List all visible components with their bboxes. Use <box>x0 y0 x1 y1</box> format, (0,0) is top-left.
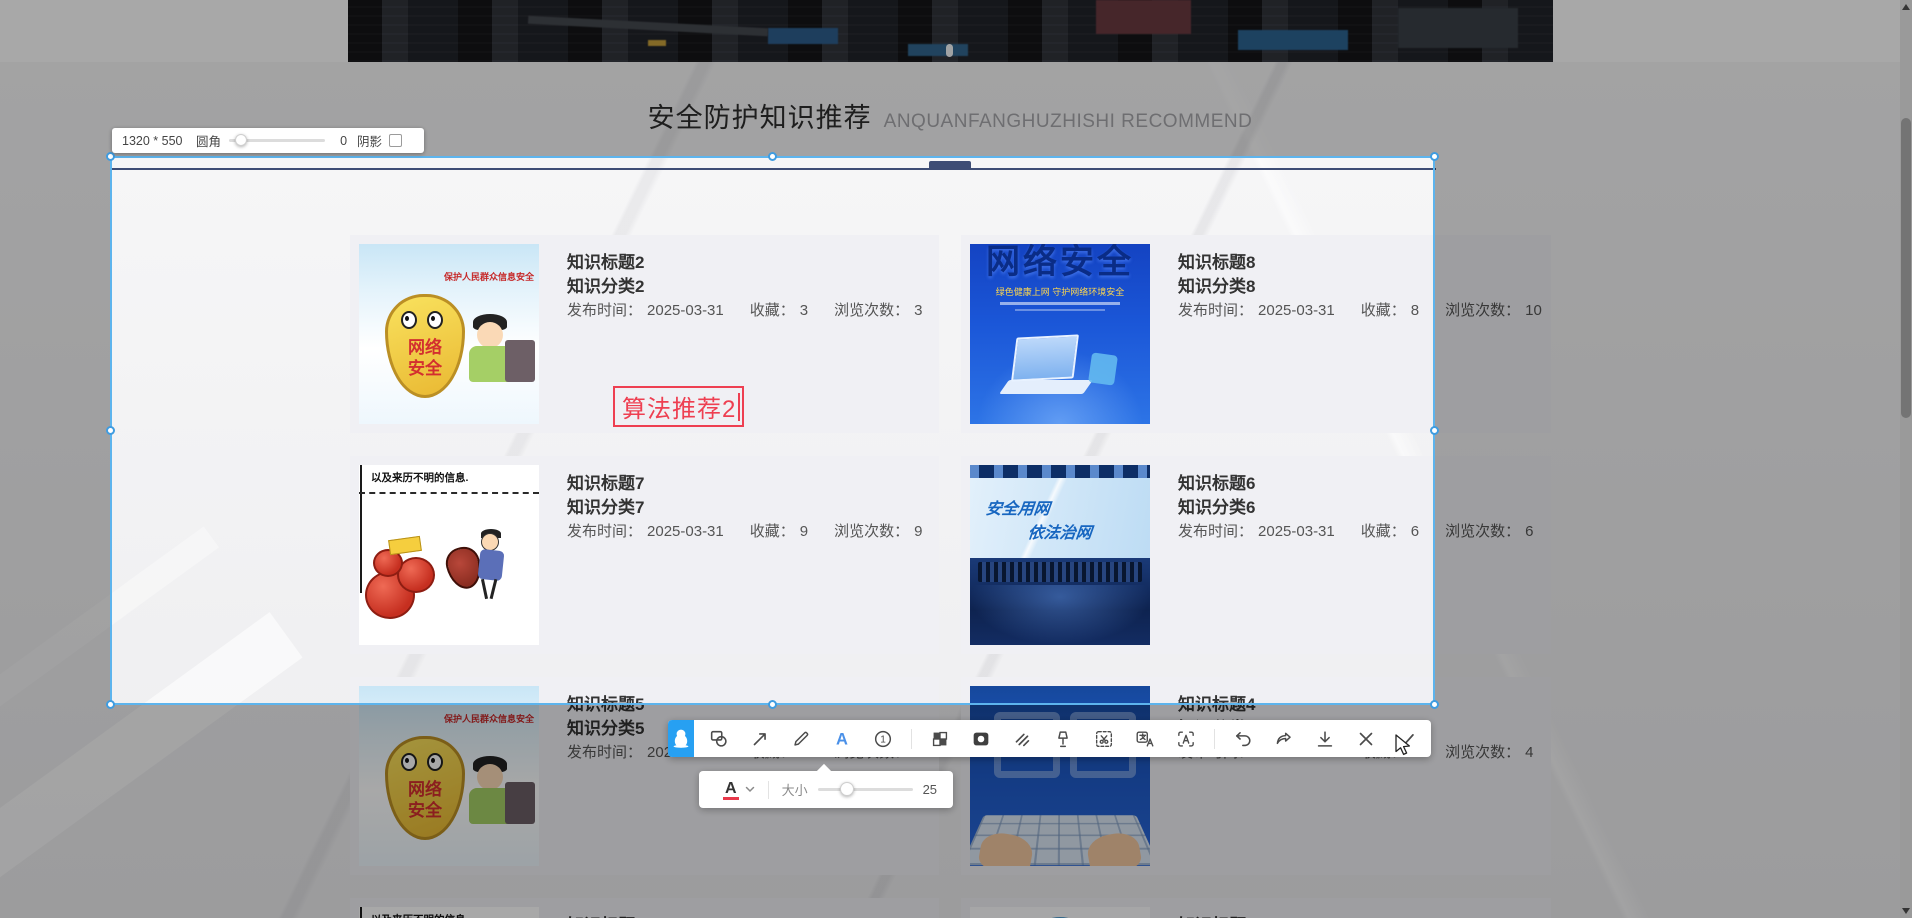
toolbar-divider <box>1214 729 1215 749</box>
banner-detail <box>908 44 968 56</box>
svg-text:A: A <box>836 730 848 748</box>
card-image-virus: 以及来历不明的信息. <box>359 907 539 918</box>
qq-logo-icon[interactable] <box>668 720 694 757</box>
selection-handle-n[interactable] <box>768 152 777 161</box>
banner-detail <box>1238 30 1348 50</box>
text-tool-icon[interactable]: A <box>829 726 855 752</box>
arrow-tool-icon[interactable] <box>747 726 773 752</box>
banner-detail <box>648 40 666 46</box>
selection-size-toolbar: 1320 * 550 圆角 0 阴影 <box>112 128 424 153</box>
card-image-logo <box>970 907 1150 918</box>
screen-clip-tool-icon[interactable] <box>1091 726 1117 752</box>
page-scrollbar[interactable] <box>1900 0 1912 918</box>
selection-handle-e[interactable] <box>1430 426 1439 435</box>
pin-tool-icon[interactable] <box>1050 726 1076 752</box>
scrollbar-down-arrow-icon[interactable] <box>1902 908 1910 914</box>
hatch-marker-tool-icon[interactable] <box>1009 726 1035 752</box>
ocr-tool-icon[interactable] <box>1173 726 1199 752</box>
image-caption-text: 以及来历不明的信息. <box>371 912 468 918</box>
toolbar-divider <box>911 729 912 749</box>
pen-tool-icon[interactable] <box>788 726 814 752</box>
card-title: 知识标题1 <box>1178 914 1440 918</box>
carousel-pagination-dot[interactable] <box>946 44 953 57</box>
font-size-slider-knob[interactable] <box>840 782 854 796</box>
svg-text:1: 1 <box>880 734 886 745</box>
close-icon[interactable] <box>1353 726 1379 752</box>
redo-icon[interactable] <box>1271 726 1297 752</box>
font-color-picker[interactable]: A <box>723 780 739 800</box>
scrollbar-thumb[interactable] <box>1901 118 1911 418</box>
blur-tool-icon[interactable] <box>968 726 994 752</box>
mosaic-tool-icon[interactable] <box>927 726 953 752</box>
shield-graphic: 网络安全 <box>385 736 465 840</box>
font-size-value: 25 <box>923 782 937 797</box>
shadow-label: 阴影 <box>357 131 382 150</box>
shadow-checkbox[interactable] <box>389 134 402 147</box>
scrollbar-up-arrow-icon[interactable] <box>1902 4 1910 10</box>
selection-handle-w[interactable] <box>106 426 115 435</box>
corner-radius-slider-knob[interactable] <box>235 134 247 146</box>
section-subtitle: ANQUANFANGHUZHISHI RECOMMEND <box>884 111 1253 132</box>
views-label: 浏览次数： <box>1445 744 1520 761</box>
views-count: 10 <box>1525 302 1542 319</box>
snip-toolbar: A 1 <box>668 720 1431 757</box>
selection-handle-s[interactable] <box>768 700 777 709</box>
undo-icon[interactable] <box>1230 726 1256 752</box>
mouse-cursor-icon <box>1394 734 1416 763</box>
knowledge-card[interactable]: 知识标题1 发布时间：收藏：浏览次数： <box>961 898 1551 918</box>
banner-detail <box>768 28 838 44</box>
card-image-keyboard <box>970 686 1150 866</box>
corner-radius-label: 圆角 <box>196 131 221 150</box>
screen: 安全防护知识推荐 ANQUANFANGHUZHISHI RECOMMEND 保护人… <box>0 0 1912 918</box>
selection-dimensions: 1320 * 550 <box>122 134 190 148</box>
corner-radius-slider[interactable] <box>229 139 325 142</box>
tool-buttons: A 1 <box>694 726 1432 752</box>
publish-time-label: 发布时间： <box>567 744 642 761</box>
section-title: 安全防护知识推荐 <box>648 103 872 133</box>
text-cursor <box>738 393 740 421</box>
text-options-popup: A 大小 25 <box>699 771 953 808</box>
corner-radius-value: 0 <box>333 134 347 148</box>
image-slogan-text: 保护人民群众信息安全 <box>444 712 534 725</box>
banner-detail <box>1398 8 1518 48</box>
card-text: 知识标题1 发布时间：收藏：浏览次数： <box>1178 907 1440 918</box>
card-text: 知识标题4 知识分类4 发布时间：2025-03-31收藏：4浏览次数：4 <box>1178 686 1533 866</box>
popup-divider <box>768 781 769 799</box>
font-size-slider[interactable] <box>818 788 913 791</box>
annotation-text[interactable]: 算法推荐2 <box>622 389 736 424</box>
selection-handle-sw[interactable] <box>106 700 115 709</box>
card-image-shield: 保护人民群众信息安全网络安全 <box>359 686 539 866</box>
translate-tool-icon[interactable] <box>1132 726 1158 752</box>
shield-text: 网络安全 <box>388 779 462 821</box>
font-size-label: 大小 <box>782 780 808 799</box>
banner-detail <box>1096 0 1191 34</box>
number-step-tool-icon[interactable]: 1 <box>870 726 896 752</box>
text-annotation-box[interactable]: 算法推荐2 <box>613 386 744 427</box>
views-label: 浏览次数： <box>1445 523 1520 540</box>
selection-handle-ne[interactable] <box>1430 152 1439 161</box>
views-count: 6 <box>1525 523 1533 540</box>
card-title: 知识标题3 <box>567 914 829 918</box>
knowledge-card[interactable]: 以及来历不明的信息. 知识标题3 发布时间：收藏：浏览次数： <box>350 898 939 918</box>
snip-selection-region[interactable] <box>110 156 1435 705</box>
selection-handle-se[interactable] <box>1430 700 1439 709</box>
views-label: 浏览次数： <box>1445 302 1520 319</box>
shape-tool-icon[interactable] <box>706 726 732 752</box>
chevron-down-icon[interactable] <box>745 786 755 793</box>
selection-handle-nw[interactable] <box>106 152 115 161</box>
views-count: 4 <box>1525 744 1533 761</box>
knowledge-card[interactable]: 知识标题4 知识分类4 发布时间：2025-03-31收藏：4浏览次数：4 <box>961 677 1551 875</box>
banner-carousel[interactable] <box>348 0 1553 62</box>
card-text: 知识标题3 发布时间：收藏：浏览次数： <box>567 907 829 918</box>
download-icon[interactable] <box>1312 726 1338 752</box>
